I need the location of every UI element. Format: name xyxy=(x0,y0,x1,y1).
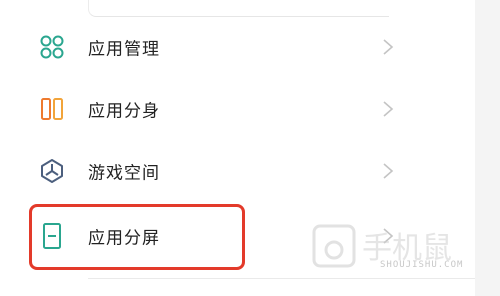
menu-item-label: 游戏空间 xyxy=(88,163,160,184)
watermark-logo: 手机鼠 xyxy=(312,224,452,268)
chevron-right-icon xyxy=(383,39,394,55)
game-space-icon xyxy=(41,159,63,183)
chevron-right-icon xyxy=(383,163,394,179)
highlight-box xyxy=(29,204,245,270)
menu-item-app-management[interactable]: 应用管理 xyxy=(0,16,475,78)
menu-item-game-space[interactable]: 游戏空间 xyxy=(0,140,475,202)
watermark-sub: SHOUJISHU.COM xyxy=(380,260,464,270)
menu-item-label: 应用管理 xyxy=(88,39,160,60)
app-management-icon xyxy=(40,35,64,59)
menu-item-label: 应用分身 xyxy=(88,101,160,122)
previous-row-divider xyxy=(88,0,389,17)
chevron-right-icon xyxy=(383,101,394,117)
menu-item-app-clone[interactable]: 应用分身 xyxy=(0,78,475,140)
app-clone-icon xyxy=(41,98,63,120)
